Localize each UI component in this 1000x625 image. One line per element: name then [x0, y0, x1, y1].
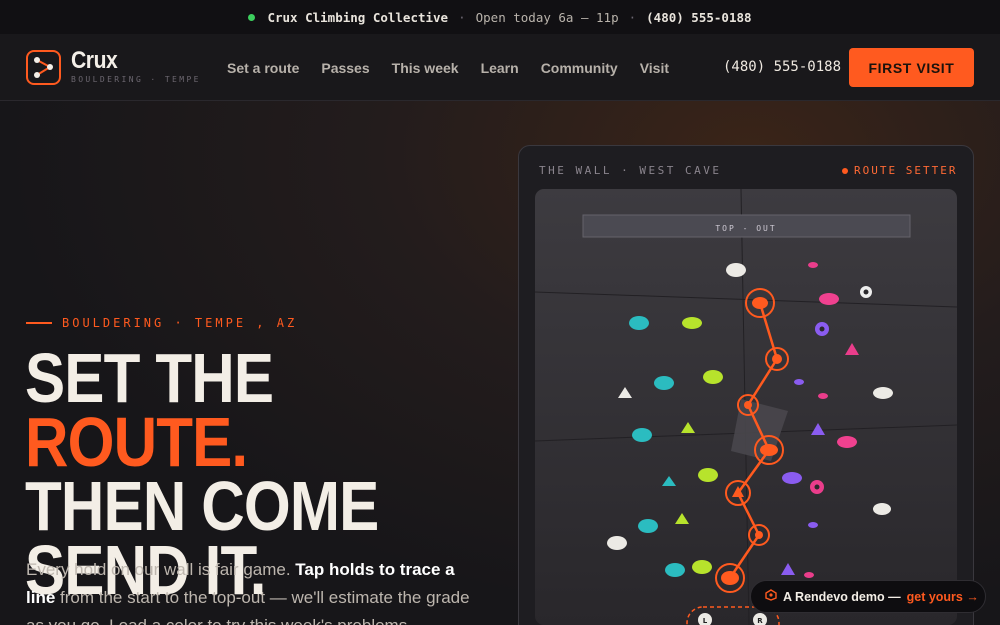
topbar-brand: Crux Climbing Collective	[267, 9, 449, 25]
hero-lead: Every hold on our wall is fair game. Tap…	[26, 556, 476, 625]
hold	[808, 262, 818, 268]
start-left-label: L	[703, 617, 708, 625]
hold	[703, 370, 723, 384]
nav-link-community[interactable]: Community	[541, 60, 618, 76]
setter-status-dot	[842, 167, 848, 174]
hold	[873, 503, 891, 515]
logo-icon[interactable]	[26, 50, 61, 85]
topbar-separator: ·	[628, 9, 637, 25]
hold	[629, 316, 649, 330]
route-hold	[752, 297, 768, 309]
nav-link-visit[interactable]: Visit	[640, 60, 669, 76]
route-hold	[744, 401, 752, 409]
nav-link-set-a-route[interactable]: Set a route	[227, 60, 299, 76]
topbar-separator: ·	[458, 9, 466, 25]
hold	[819, 326, 825, 332]
route-hold	[760, 444, 778, 456]
main-nav: Crux BOULDERING · TEMPE Set a route Pass…	[0, 34, 1000, 101]
logo[interactable]: Crux BOULDERING · TEMPE	[71, 47, 201, 85]
eyebrow-text: BOULDERING · TEMPE , AZ	[62, 316, 298, 330]
hold	[692, 560, 712, 574]
topbar-phone[interactable]: (480) 555-0188	[646, 10, 751, 25]
wall-label: THE WALL · WEST CAVE	[539, 164, 722, 177]
lead-part1: Every hold on our wall is fair game.	[26, 560, 296, 579]
hold	[873, 387, 893, 399]
first-visit-button[interactable]: FIRST VISIT	[849, 48, 974, 87]
hold	[814, 484, 820, 490]
eyebrow-rule	[26, 322, 52, 324]
demo-badge-text: A Rendevo demo —	[783, 589, 901, 604]
hold	[819, 293, 839, 305]
hold	[682, 317, 702, 329]
hold	[863, 289, 869, 295]
hold	[837, 436, 857, 448]
top-out-label: TOP - OUT	[715, 224, 776, 233]
rendevo-icon	[765, 589, 777, 604]
demo-badge[interactable]: A Rendevo demo — get yours →	[750, 580, 986, 613]
start-right-label: R	[757, 617, 763, 625]
hold	[808, 522, 818, 528]
lead-part2: from the start to the top-out — we'll es…	[26, 588, 470, 625]
announcement-bar: Crux Climbing Collective · Open today 6a…	[0, 0, 1000, 34]
hold	[818, 393, 828, 399]
route-hold	[755, 531, 763, 539]
nav-link-learn[interactable]: Learn	[481, 60, 519, 76]
logo-tagline: BOULDERING · TEMPE	[71, 75, 201, 84]
nav-phone[interactable]: (480) 555-0188	[723, 59, 841, 75]
hold	[607, 536, 627, 550]
route-setter-status: ROUTE SETTER	[842, 164, 957, 177]
nav-link-passes[interactable]: Passes	[321, 60, 369, 76]
open-status-dot	[248, 13, 256, 21]
nav-link-this-week[interactable]: This week	[392, 60, 459, 76]
hold	[638, 519, 658, 533]
setter-label: ROUTE SETTER	[854, 164, 958, 177]
route-hold	[721, 571, 739, 585]
hold	[794, 379, 804, 385]
nav-links: Set a route Passes This week Learn Commu…	[227, 34, 691, 101]
hold	[665, 563, 685, 577]
hold	[654, 376, 674, 390]
hero-eyebrow: BOULDERING · TEMPE , AZ	[26, 316, 297, 330]
hold	[782, 472, 802, 484]
climbing-wall[interactable]: TOP - OUT L R	[535, 189, 957, 625]
logo-name: Crux	[71, 47, 118, 74]
demo-badge-link[interactable]: get yours →	[907, 590, 979, 604]
hold	[632, 428, 652, 442]
route-hold	[772, 354, 782, 364]
hold	[726, 263, 746, 277]
hold	[804, 572, 814, 578]
opening-hours: Open today 6a – 11p	[475, 9, 619, 25]
hold	[698, 468, 718, 482]
